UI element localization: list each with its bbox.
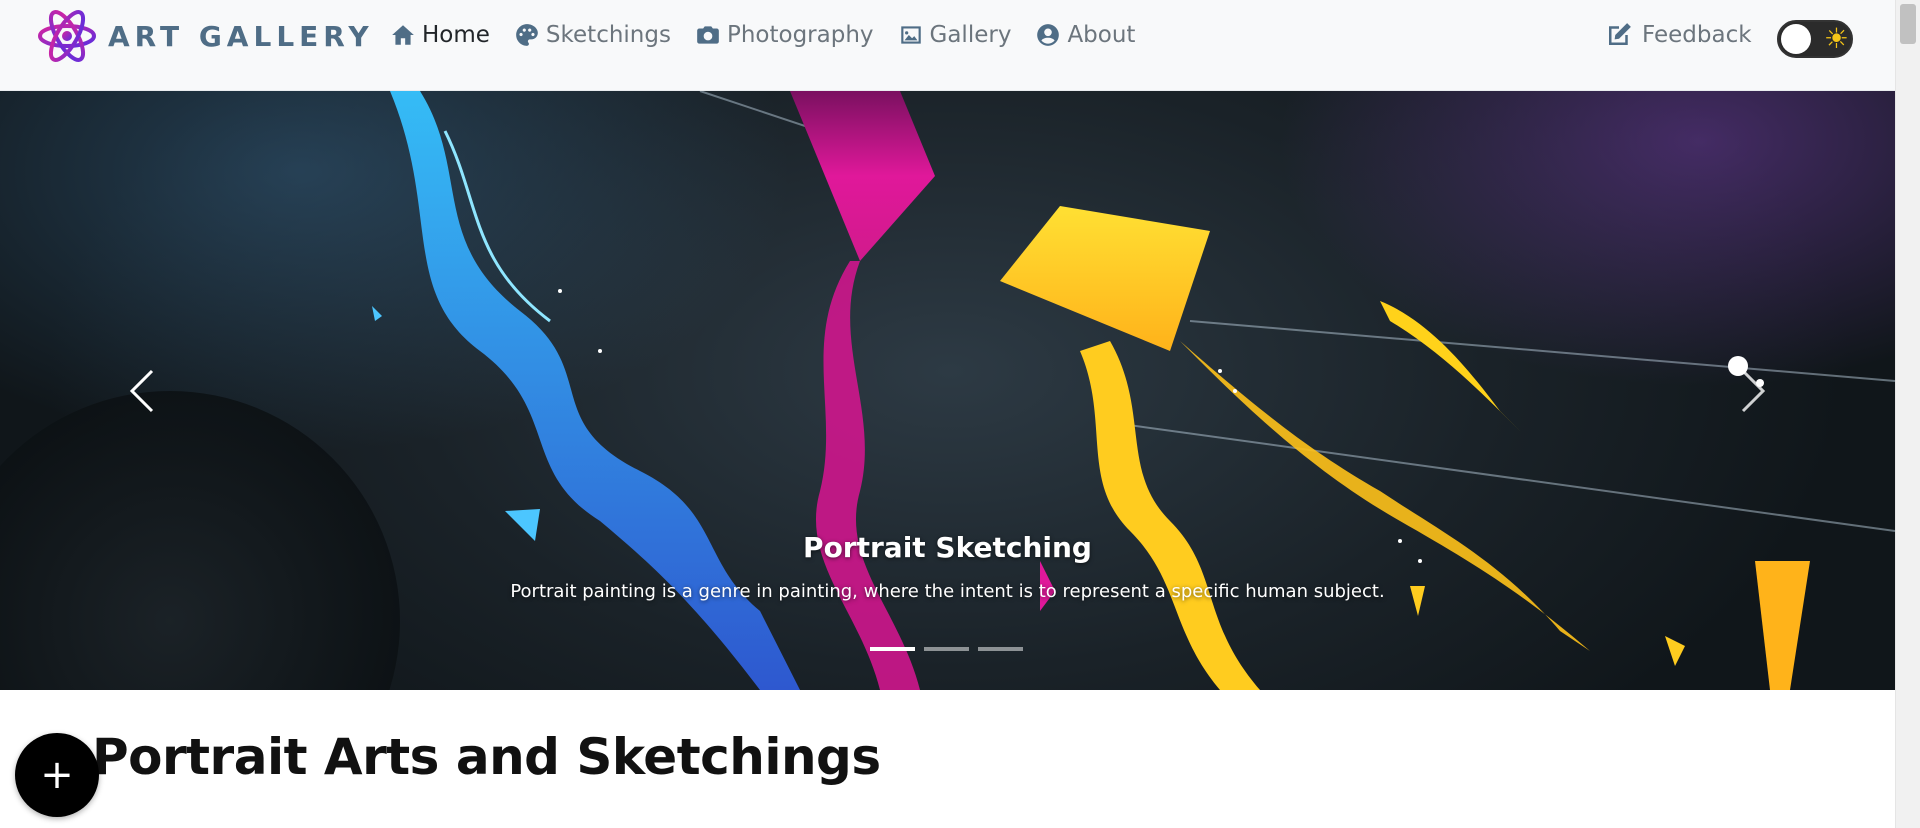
home-icon xyxy=(390,22,416,48)
page-scrollbar[interactable] xyxy=(1895,0,1920,828)
feedback-label: Feedback xyxy=(1642,22,1752,48)
nav-gallery-label: Gallery xyxy=(929,22,1012,48)
nav-sketchings[interactable]: Sketchings xyxy=(514,22,671,48)
user-circle-icon xyxy=(1035,22,1061,48)
chevron-right-icon xyxy=(1741,369,1766,413)
camera-icon xyxy=(695,22,721,48)
scrollbar-thumb[interactable] xyxy=(1900,4,1916,44)
nav-about-label: About xyxy=(1067,22,1136,48)
brand-name: ART GALLERY xyxy=(108,19,374,53)
theme-toggle[interactable]: ☀ xyxy=(1777,20,1853,58)
carousel-next-button[interactable] xyxy=(1723,361,1783,421)
carousel-caption-text: Portrait painting is a genre in painting… xyxy=(510,581,1385,602)
nav-photography[interactable]: Photography xyxy=(695,22,874,48)
carousel-indicator-1[interactable] xyxy=(870,647,915,651)
nav-gallery[interactable]: Gallery xyxy=(898,22,1012,48)
image-icon xyxy=(898,22,924,48)
carousel-caption-title: Portrait Sketching xyxy=(803,531,1092,564)
nav-about[interactable]: About xyxy=(1035,22,1135,48)
brand[interactable]: ART GALLERY xyxy=(36,5,374,67)
sun-icon: ☀ xyxy=(1823,22,1849,55)
carousel-indicator-3[interactable] xyxy=(978,647,1023,651)
carousel-indicators xyxy=(870,647,1032,651)
nav-sketchings-label: Sketchings xyxy=(545,22,671,48)
navbar: ART GALLERY Home Sketchings Photography … xyxy=(0,0,1895,91)
chevron-left-icon xyxy=(129,369,154,413)
add-fab-button[interactable]: + xyxy=(15,733,99,817)
atom-logo-icon xyxy=(38,10,96,62)
hero-carousel: Portrait Sketching Portrait painting is … xyxy=(0,91,1895,690)
section-title: Portrait Arts and Sketchings xyxy=(92,728,881,786)
carousel-prev-button[interactable] xyxy=(112,361,172,421)
nav-photography-label: Photography xyxy=(726,22,874,48)
carousel-indicator-2[interactable] xyxy=(924,647,969,651)
palette-icon xyxy=(514,22,540,48)
nav-home[interactable]: Home xyxy=(390,22,490,48)
toggle-knob xyxy=(1781,24,1811,54)
feedback-link[interactable]: Feedback xyxy=(1604,20,1752,50)
nav-links: Home Sketchings Photography Gallery Abou… xyxy=(390,22,1159,48)
nav-home-label: Home xyxy=(422,22,490,48)
edit-icon xyxy=(1609,23,1631,45)
